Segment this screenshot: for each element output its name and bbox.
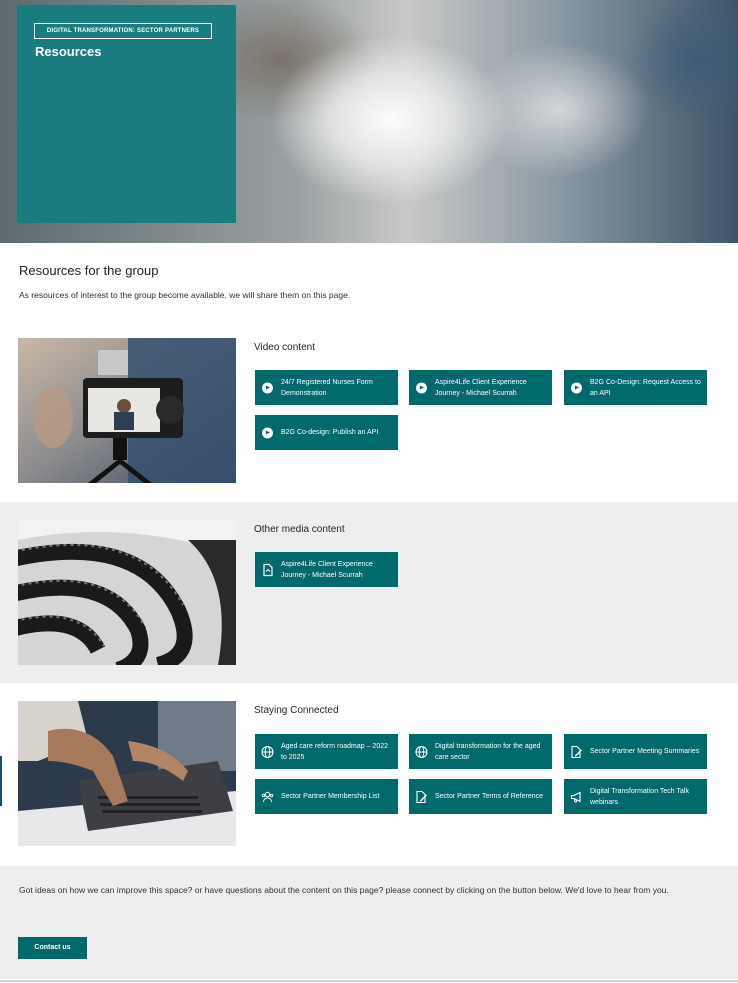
section-heading: Other media content: [254, 524, 345, 535]
video-link-button[interactable]: 24/7 Registered Nurses Form Demonstratio…: [255, 370, 398, 405]
megaphone-icon: [570, 790, 583, 803]
video-link-button[interactable]: B2G Co-design: Publish an API: [255, 415, 398, 450]
button-label: 24/7 Registered Nurses Form Demonstratio…: [281, 378, 373, 397]
intro-text: As resources of interest to the group be…: [19, 290, 351, 300]
button-label: Aged care reform roadmap – 2022 to 2025: [281, 742, 389, 761]
laptop-typing-image: [18, 701, 236, 846]
hero-tag: DIGITAL TRANSFORMATION: SECTOR PARTNERS: [34, 23, 212, 39]
section-heading: Staying Connected: [254, 705, 339, 716]
button-label: Aspire4Life Client Experience Journey - …: [281, 560, 373, 579]
button-label: Sector Partner Meeting Summaries: [590, 748, 700, 755]
feedback-section: Got ideas on how we can improve this spa…: [0, 866, 738, 979]
contact-us-button[interactable]: Contact us: [18, 937, 87, 959]
video-link-button[interactable]: Aspire4Life Client Experience Journey - …: [409, 370, 552, 405]
page-title: Resources: [35, 44, 102, 59]
button-label: Digital transformation for the aged care…: [435, 742, 541, 761]
other-media-section: Other media content Aspire4Life Client E…: [0, 502, 738, 683]
play-icon: [261, 426, 274, 439]
connect-link-button[interactable]: Digital Transformation Tech Talk webinar…: [564, 779, 707, 814]
people-icon: [261, 790, 274, 803]
play-icon: [261, 381, 274, 394]
media-link-button[interactable]: Aspire4Life Client Experience Journey - …: [255, 552, 398, 587]
globe-icon: [415, 745, 428, 758]
document-edit-icon: [570, 745, 583, 758]
play-icon: [415, 381, 428, 394]
connect-link-button[interactable]: Sector Partner Membership List: [255, 779, 398, 814]
button-label: B2G Co-Design: Request Access to an API: [590, 378, 701, 397]
button-label: Digital Transformation Tech Talk webinar…: [590, 787, 689, 806]
button-label: Aspire4Life Client Experience Journey - …: [435, 378, 527, 397]
connect-link-button[interactable]: Digital transformation for the aged care…: [409, 734, 552, 769]
hero-title-card: DIGITAL TRANSFORMATION: SECTOR PARTNERS …: [17, 5, 236, 223]
video-content-section: Video content 24/7 Registered Nurses For…: [0, 320, 738, 500]
video-link-button[interactable]: B2G Co-Design: Request Access to an API: [564, 370, 707, 405]
camera-image: [18, 338, 236, 483]
button-label: Sector Partner Terms of Reference: [435, 793, 544, 800]
section-heading: Video content: [254, 342, 315, 353]
edge-indicator: [0, 756, 2, 806]
intro-heading: Resources for the group: [19, 263, 159, 278]
connect-link-button[interactable]: Aged care reform roadmap – 2022 to 2025: [255, 734, 398, 769]
globe-icon: [261, 745, 274, 758]
document-icon: [261, 563, 274, 576]
film-reel-image: [18, 520, 236, 665]
staying-connected-section: Staying Connected Aged care reform roadm…: [0, 683, 738, 866]
feedback-text: Got ideas on how we can improve this spa…: [19, 885, 669, 895]
page-divider: [0, 980, 738, 982]
connect-link-button[interactable]: Sector Partner Meeting Summaries: [564, 734, 707, 769]
document-edit-icon: [415, 790, 428, 803]
button-label: Sector Partner Membership List: [281, 793, 380, 800]
button-label: B2G Co-design: Publish an API: [281, 429, 379, 436]
play-icon: [570, 381, 583, 394]
connect-link-button[interactable]: Sector Partner Terms of Reference: [409, 779, 552, 814]
